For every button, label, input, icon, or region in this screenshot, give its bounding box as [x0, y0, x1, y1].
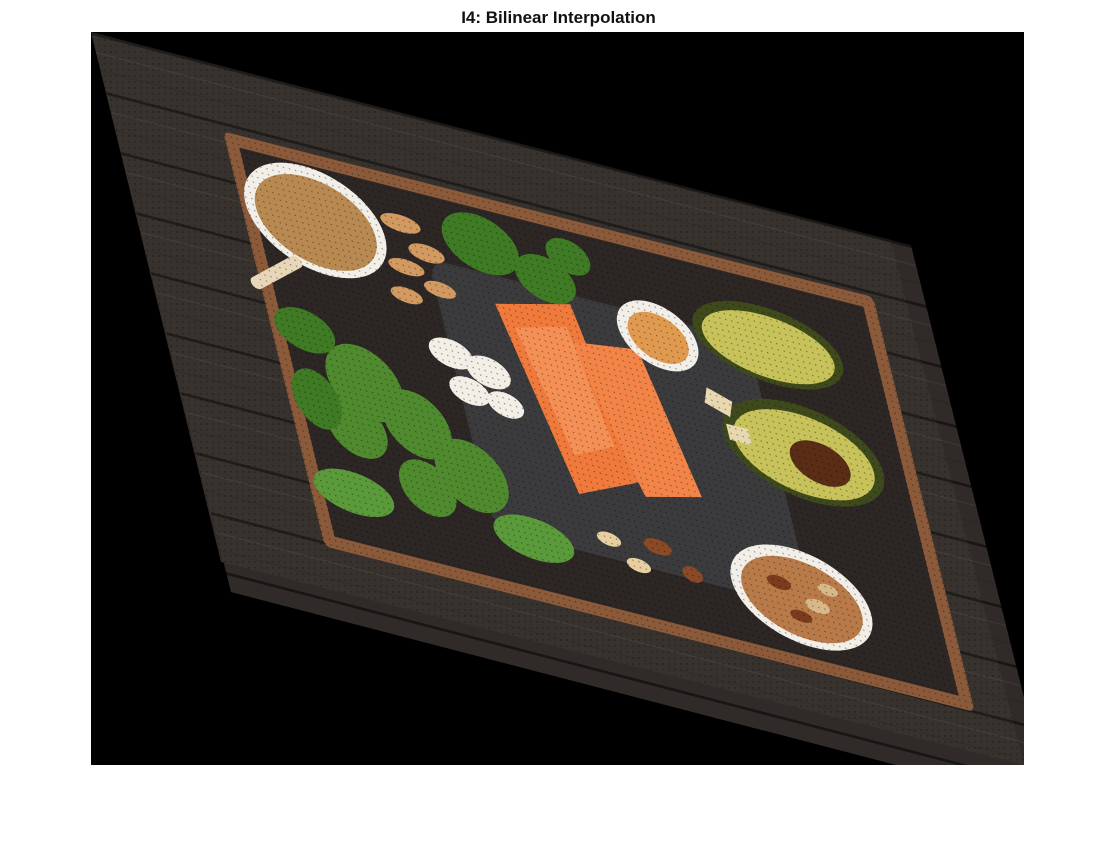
image-axes	[91, 32, 1024, 765]
figure-title: I4: Bilinear Interpolation	[461, 8, 656, 27]
transformed-image	[91, 32, 1024, 765]
